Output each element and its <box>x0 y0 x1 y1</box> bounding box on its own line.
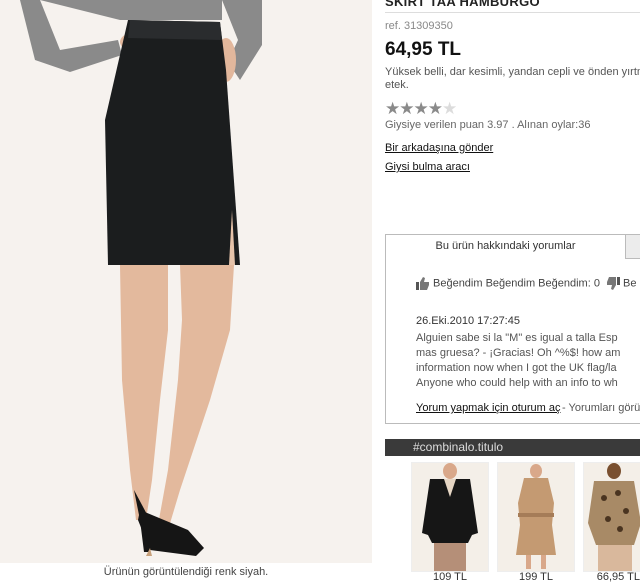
combo-item-1-image[interactable] <box>411 462 489 572</box>
product-ref: ref. 31309350 <box>385 20 453 32</box>
black-jacket-image <box>412 463 488 571</box>
description-line: Yüksek belli, dar kesimli, yandan cepli … <box>385 66 640 78</box>
send-to-friend-link[interactable]: Bir arkadaşına gönder <box>385 142 493 154</box>
combo-item-3-price: 66,95 TL <box>596 571 640 583</box>
garment-finder-link[interactable]: Giysi bulma aracı <box>385 161 470 173</box>
product-price: 64,95 TL <box>385 39 462 60</box>
rating-stars[interactable]: ★★★★★ <box>385 99 457 118</box>
combo-item-2-price: 199 TL <box>518 571 554 583</box>
title-divider <box>385 12 640 13</box>
tab-comments[interactable]: Bu ürün hakkındaki yorumlar <box>386 235 625 258</box>
product-description: Yüksek belli, dar kesimli, yandan cepli … <box>385 66 640 92</box>
comment-line: information now when I got the UK flag/l… <box>416 362 617 374</box>
model-illustration <box>0 0 372 563</box>
combo-item-3-image[interactable] <box>583 462 640 572</box>
description-line: etek. <box>385 79 409 91</box>
tab-next[interactable] <box>625 235 640 259</box>
rating-text: Giysiye verilen puan 3.97 . Alınan oylar… <box>385 119 591 131</box>
comment-line: mas gruesa? - ¡Gracias! Oh ^%$! how am <box>416 347 621 359</box>
login-to-comment-link[interactable]: Yorum yapmak için oturum aç <box>416 402 561 414</box>
comment-line: Anyone who could help with an info to wh <box>416 377 618 389</box>
comment-body: Alguien sabe si la "M" es igual a talla … <box>416 331 640 391</box>
combinalo-header: #combinalo.titulo <box>385 439 640 456</box>
dislike-button[interactable]: Be <box>606 277 636 290</box>
combo-item-2-image[interactable] <box>497 462 575 572</box>
leopard-top-image <box>584 463 640 571</box>
product-image[interactable] <box>0 0 372 563</box>
comments-panel: Bu ürün hakkındaki yorumlar Beğendim Beğ… <box>385 234 640 424</box>
star-filled-icon[interactable]: ★ <box>399 99 414 118</box>
thumbs-up-icon <box>416 277 429 290</box>
star-filled-icon[interactable]: ★ <box>414 99 429 118</box>
comment-line: Alguien sabe si la "M" es igual a talla … <box>416 332 618 344</box>
like-button[interactable]: Beğendim Beğendim Beğendim: 0 <box>416 277 600 290</box>
view-comments-text[interactable]: - Yorumları görü <box>562 402 640 414</box>
thumbs-down-icon <box>607 277 620 290</box>
star-empty-icon[interactable]: ★ <box>442 99 457 118</box>
trench-coat-image <box>498 463 574 571</box>
like-label: Beğendim Beğendim Beğendim: 0 <box>433 277 600 290</box>
product-title: SKIRT TAA HAMBURGO <box>385 0 540 9</box>
star-filled-icon[interactable]: ★ <box>385 99 400 118</box>
combo-item-1-price: 109 TL <box>432 571 468 583</box>
comment-date: 26.Eki.2010 17:27:45 <box>416 315 520 327</box>
star-filled-icon[interactable]: ★ <box>428 99 443 118</box>
image-caption: Ürünün görüntülendiği renk siyah. <box>103 566 269 578</box>
dislike-label: Be <box>623 277 637 290</box>
